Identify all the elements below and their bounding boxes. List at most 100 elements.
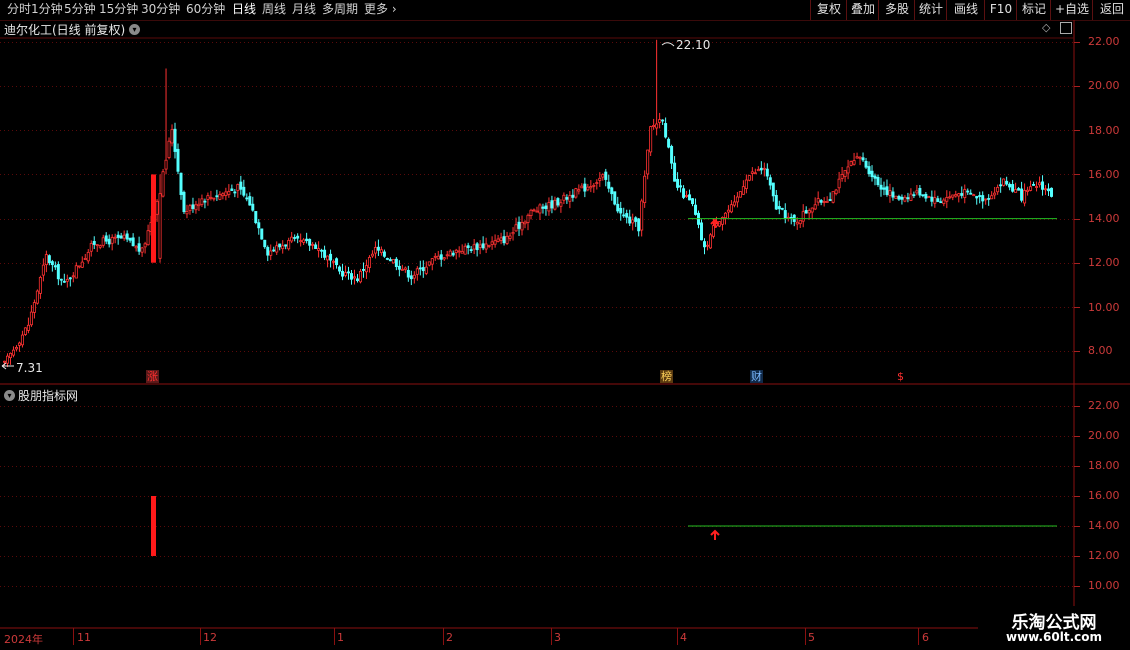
candle-body bbox=[110, 237, 114, 244]
candle-body bbox=[275, 245, 279, 253]
candle-body bbox=[987, 198, 991, 200]
candle-body bbox=[508, 235, 512, 239]
candle-body bbox=[649, 126, 653, 153]
candle-body bbox=[415, 268, 419, 275]
window-icon[interactable] bbox=[1060, 22, 1072, 34]
candle-body bbox=[496, 238, 500, 242]
candle-body bbox=[466, 245, 470, 248]
candle-body bbox=[825, 200, 829, 203]
candle-body bbox=[436, 255, 440, 260]
candle-body bbox=[406, 269, 410, 278]
candle-body bbox=[601, 174, 605, 178]
candle-body bbox=[445, 254, 449, 257]
candle-body bbox=[924, 193, 928, 199]
title-dropdown-icon[interactable]: ▾ bbox=[129, 24, 140, 35]
candle-body bbox=[667, 138, 671, 148]
candle-body bbox=[350, 273, 353, 280]
candle-body bbox=[364, 265, 368, 273]
candle-body bbox=[323, 249, 327, 258]
candle-body bbox=[454, 249, 458, 253]
candle-body bbox=[308, 238, 312, 246]
candle-body bbox=[341, 270, 345, 277]
candle-body bbox=[858, 156, 862, 159]
min-price-label: 7.31 bbox=[16, 361, 43, 375]
indicator-dropdown-icon[interactable]: ▾ bbox=[4, 390, 15, 401]
candle-body bbox=[759, 167, 763, 171]
candle-body bbox=[993, 192, 997, 196]
candle-body bbox=[53, 265, 57, 268]
diamond-icon[interactable]: ◇ bbox=[1042, 21, 1050, 34]
candle-body bbox=[726, 209, 730, 213]
y-tick: 10.00 bbox=[1088, 301, 1120, 314]
kline-chart[interactable] bbox=[0, 0, 1130, 650]
candle-body bbox=[433, 255, 437, 258]
candle-body bbox=[472, 244, 476, 250]
candle-body bbox=[703, 241, 706, 248]
candle-body bbox=[846, 166, 850, 174]
candle-body bbox=[475, 243, 479, 251]
candle-body bbox=[239, 181, 243, 190]
candle-body bbox=[254, 211, 258, 224]
candle-body bbox=[1035, 186, 1039, 188]
candle-body bbox=[556, 198, 560, 206]
candle-body bbox=[864, 160, 868, 168]
stock-title: 迪尔化工(日线 前复权) bbox=[4, 23, 126, 37]
candle-body bbox=[361, 269, 365, 271]
y-tick: 12.00 bbox=[1088, 256, 1120, 269]
candle-body bbox=[173, 128, 177, 152]
candle-body bbox=[68, 277, 72, 280]
candle-body bbox=[20, 334, 24, 346]
candle-body bbox=[122, 234, 126, 239]
event-ranking-icon[interactable]: 榜 bbox=[660, 370, 673, 383]
candle-body bbox=[517, 221, 521, 229]
candle-body bbox=[107, 238, 111, 245]
candle-body bbox=[592, 184, 596, 187]
candle-body bbox=[344, 272, 348, 276]
y-tick: 14.00 bbox=[1088, 519, 1120, 532]
event-finance-icon[interactable]: 财 bbox=[750, 370, 763, 383]
candle-body bbox=[424, 266, 428, 274]
candle-body bbox=[670, 146, 674, 164]
candle-body bbox=[894, 195, 898, 199]
candle-body bbox=[795, 221, 799, 225]
candle-body bbox=[768, 177, 772, 186]
candle-body bbox=[3, 360, 6, 363]
candle-body bbox=[397, 265, 401, 270]
candle-body bbox=[732, 201, 736, 206]
x-tick: 3 bbox=[554, 631, 561, 644]
candle-body bbox=[502, 236, 506, 244]
candle-body bbox=[676, 178, 680, 188]
candle-body bbox=[403, 267, 407, 270]
candle-body bbox=[535, 210, 539, 213]
candle-body bbox=[762, 167, 766, 170]
candle-body bbox=[580, 185, 584, 189]
candle-body bbox=[469, 249, 473, 251]
candle-body bbox=[948, 196, 952, 199]
candle-body bbox=[819, 200, 823, 203]
candle-body bbox=[155, 200, 159, 215]
candle-body bbox=[379, 249, 383, 254]
candle-body bbox=[834, 189, 838, 195]
candle-body bbox=[529, 209, 533, 217]
candle-body bbox=[876, 177, 880, 186]
candle-body bbox=[418, 267, 422, 270]
candle-body bbox=[59, 278, 63, 281]
candle-body bbox=[83, 258, 87, 261]
candle-body bbox=[484, 243, 488, 250]
candle-body bbox=[915, 190, 919, 194]
event-dollar-icon[interactable]: $ bbox=[894, 370, 907, 383]
candle-body bbox=[640, 200, 644, 231]
candle-body bbox=[17, 342, 21, 346]
event-limit-up-icon[interactable]: 涨 bbox=[146, 370, 159, 383]
candle-body bbox=[511, 232, 515, 235]
candle-body bbox=[1032, 183, 1036, 186]
candle-body bbox=[753, 172, 757, 175]
candle-body bbox=[541, 206, 545, 209]
candle-body bbox=[281, 245, 285, 250]
candle-body bbox=[317, 248, 321, 251]
candle-body bbox=[1011, 184, 1015, 192]
candle-body bbox=[227, 191, 231, 195]
x-tick: 1 bbox=[337, 631, 344, 644]
candle-body bbox=[807, 210, 811, 214]
candle-body bbox=[861, 157, 865, 161]
